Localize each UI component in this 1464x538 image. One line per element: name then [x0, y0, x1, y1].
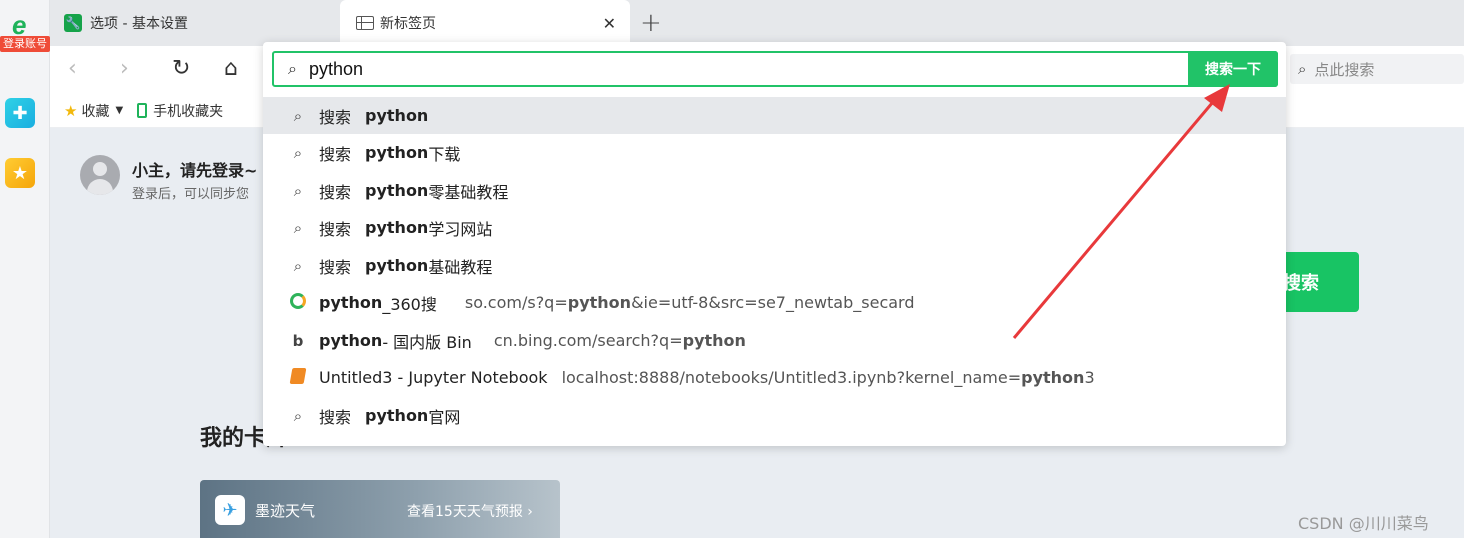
suggestion-item[interactable]: ⌕ 搜索 python 下载: [263, 134, 1286, 171]
search-icon: ⌕: [293, 181, 303, 200]
history-url: cn.bing.com/search?q=python: [494, 331, 746, 350]
bookmark-mobile[interactable]: 手机收藏夹: [137, 101, 223, 121]
search-icon: ⌕: [293, 106, 303, 125]
search-submit-button[interactable]: 搜索一下: [1188, 51, 1278, 87]
back-arrow-icon[interactable]: ‹: [68, 56, 77, 81]
bookmark-favorites-label: 收藏: [81, 103, 110, 120]
history-url-post: &ie=utf-8&src=se7_newtab_secard: [631, 293, 915, 312]
side-search-placeholder: 点此搜索: [1314, 60, 1375, 79]
suggestion-verb: 搜索: [319, 407, 352, 427]
history-url: so.com/s?q=python&ie=utf-8&src=se7_newta…: [465, 293, 915, 312]
suggestion-query: python: [365, 106, 429, 125]
side-search-box[interactable]: ⌕ 点此搜索: [1290, 54, 1464, 84]
bookmark-favorites[interactable]: ★ 收藏 ▼: [64, 101, 123, 121]
account-label[interactable]: 登录账号: [0, 36, 50, 52]
suggestion-rest: 学习网站: [428, 219, 493, 239]
suggestion-query: python: [365, 143, 429, 162]
history-title-rest: Untitled3 - Jupyter Notebook: [319, 368, 548, 387]
omnibox-input[interactable]: [308, 54, 1169, 84]
history-url-post: 3: [1084, 368, 1095, 387]
star-plus-icon: ★: [64, 101, 78, 120]
weather-title: 墨迹天气: [255, 502, 316, 520]
suggestion-verb: 搜索: [319, 107, 352, 127]
bookmark-mobile-label: 手机收藏夹: [153, 103, 224, 120]
weather-card[interactable]: ✈ 墨迹天气 查看15天天气预报 ›: [200, 480, 560, 538]
bing-icon: b: [292, 331, 304, 350]
suggestion-query: python: [365, 181, 429, 200]
suggestion-item[interactable]: ⌕ 搜索 python 官网: [263, 397, 1286, 434]
suggestion-verb: 搜索: [319, 257, 352, 277]
history-url-pre: cn.bing.com/search?q=: [493, 331, 683, 350]
tab-settings[interactable]: 🔧 选项 - 基本设置: [64, 0, 334, 46]
suggestion-item[interactable]: ⌕ 搜索 python 学习网站: [263, 209, 1286, 246]
suggestion-query: python: [365, 406, 429, 425]
history-title-rest: _360搜: [382, 294, 437, 314]
search-icon: ⌕: [293, 256, 303, 275]
so360-icon: [287, 292, 309, 313]
suggestion-query: python: [365, 256, 429, 275]
watermark: CSDN @川川菜鸟: [1298, 514, 1429, 533]
search-icon: ⌕: [1298, 60, 1307, 78]
home-icon[interactable]: ⌂: [224, 56, 238, 81]
jupyter-icon: [287, 367, 309, 388]
suggestion-rest: 下载: [428, 144, 461, 164]
history-title-bold: python: [319, 293, 383, 312]
history-url-bold: python: [682, 331, 746, 350]
suggestion-rest: 基础教程: [428, 257, 493, 277]
phone-icon: [137, 103, 148, 118]
avatar[interactable]: [80, 155, 120, 195]
history-url: localhost:8888/notebooks/Untitled3.ipynb…: [562, 368, 1095, 387]
browser-logo[interactable]: e 登录账号: [0, 10, 50, 52]
suggestion-rest: 官网: [428, 407, 461, 427]
favorites-star-icon[interactable]: ★: [5, 158, 35, 188]
search-icon: ⌕: [288, 59, 297, 78]
history-url-bold: python: [567, 293, 632, 312]
wrench-icon: 🔧: [64, 14, 82, 32]
suggestion-item[interactable]: ⌕ 搜索 python 基础教程: [263, 247, 1286, 284]
search-icon: ⌕: [293, 143, 303, 162]
suggestion-rest: 零基础教程: [428, 182, 509, 202]
weather-icon: ✈: [215, 495, 245, 525]
login-title[interactable]: 小主，请先登录~: [132, 157, 257, 181]
history-title-bold: python: [319, 331, 383, 350]
tab-settings-title: 选项 - 基本设置: [90, 16, 188, 32]
history-item[interactable]: Untitled3 - Jupyter Notebook localhost:8…: [263, 359, 1286, 396]
suggestion-verb: 搜索: [319, 219, 352, 239]
search-icon: ⌕: [293, 406, 303, 425]
weather-forecast-link[interactable]: 查看15天天气预报 ›: [407, 501, 533, 521]
history-item[interactable]: python _360搜 so.com/s?q=python&ie=utf-8&s…: [263, 284, 1286, 321]
close-tab-icon[interactable]: ✕: [603, 14, 616, 33]
left-rail: e 登录账号 ✚ ★: [0, 0, 50, 538]
history-title-rest: - 国内版 Bin: [382, 332, 472, 352]
tab-new-tab[interactable]: 新标签页 ✕: [340, 0, 630, 46]
history-item[interactable]: b python - 国内版 Bin cn.bing.com/search?q=…: [263, 322, 1286, 359]
suggestion-verb: 搜索: [319, 144, 352, 164]
apps-plus-icon[interactable]: ✚: [5, 98, 35, 128]
suggestion-item[interactable]: ⌕ 搜索 python 零基础教程: [263, 172, 1286, 209]
tab-new-tab-title: 新标签页: [380, 16, 436, 32]
search-icon: ⌕: [293, 218, 303, 237]
chevron-down-icon[interactable]: ▼: [115, 105, 123, 116]
history-url-pre: localhost:8888/notebooks/Untitled3.ipynb…: [561, 368, 1022, 387]
reload-icon[interactable]: ↻: [172, 56, 190, 81]
history-url-pre: so.com/s?q=: [464, 293, 568, 312]
omnibox-dropdown: ⌕ 搜索一下 ⌕ 搜索 python ⌕ 搜索 python下载 ⌕ 搜索 py…: [263, 42, 1286, 446]
new-tab-page-icon: [356, 16, 374, 30]
suggestion-query: python: [365, 218, 429, 237]
suggestion-verb: 搜索: [319, 182, 352, 202]
login-subtitle: 登录后，可以同步您: [132, 187, 250, 202]
tab-bar: 🔧 选项 - 基本设置 新标签页 ✕ +: [50, 0, 1464, 46]
omnibox: ⌕ 搜索一下: [272, 51, 1278, 87]
forward-arrow-icon[interactable]: ›: [120, 56, 129, 81]
new-tab-plus-icon[interactable]: +: [640, 8, 662, 38]
history-url-bold: python: [1021, 368, 1085, 387]
suggestion-item[interactable]: ⌕ 搜索 python: [263, 97, 1286, 134]
